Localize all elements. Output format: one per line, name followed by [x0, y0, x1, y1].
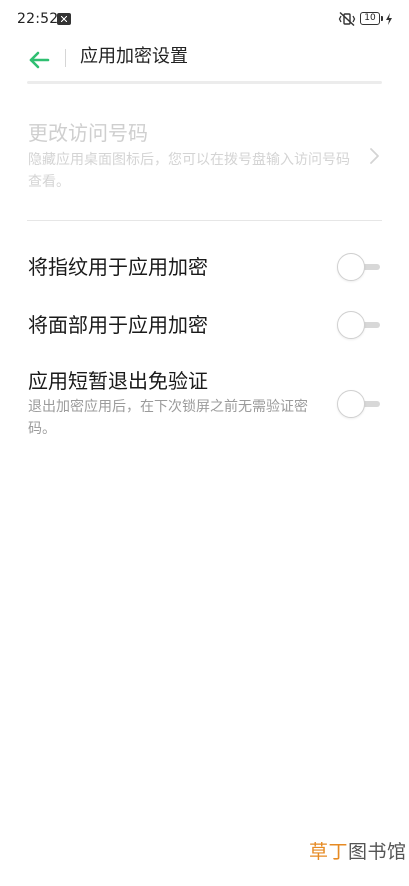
face-encryption-row[interactable]: 将面部用于应用加密 — [0, 306, 409, 346]
toggle-label: 将面部用于应用加密 — [28, 313, 208, 337]
arrow-left-icon — [29, 51, 50, 69]
battery-indicator: 10 — [360, 12, 383, 25]
watermark-accent-text: 草丁 — [309, 841, 349, 863]
toggle-label: 将指纹用于应用加密 — [28, 255, 208, 279]
fingerprint-toggle[interactable] — [337, 253, 383, 281]
header-divider — [65, 49, 66, 67]
header-separator — [27, 81, 382, 84]
toggle-knob — [337, 390, 365, 418]
status-bar: 22:52 10 — [0, 0, 409, 40]
temporary-exit-row[interactable]: 应用短暂退出免验证 退出加密应用后，在下次锁屏之前无需验证密码。 — [0, 362, 409, 446]
vibrate-off-icon — [338, 11, 356, 27]
chevron-right-icon — [370, 148, 379, 164]
section-divider — [27, 220, 382, 221]
temporary-exit-toggle[interactable] — [337, 390, 383, 418]
access-code-title: 更改访问号码 — [28, 121, 148, 145]
change-access-code-row[interactable]: 更改访问号码 隐藏应用桌面图标后，您可以在拨号盘输入访问号码查看。 — [0, 112, 409, 202]
watermark-rest-text: 图书馆 — [348, 841, 407, 863]
toggle-label: 应用短暂退出免验证 — [28, 369, 208, 393]
access-code-description: 隐藏应用桌面图标后，您可以在拨号盘输入访问号码查看。 — [28, 152, 350, 190]
status-time: 22:52 — [17, 11, 59, 27]
toggle-knob — [337, 253, 365, 281]
lightning-icon — [386, 13, 392, 25]
watermark: 草丁图书馆 — [309, 840, 407, 864]
app-header: 应用加密设置 — [0, 40, 409, 84]
face-toggle[interactable] — [337, 311, 383, 339]
toggle-description: 退出加密应用后，在下次锁屏之前无需验证密码。 — [28, 399, 308, 437]
fingerprint-encryption-row[interactable]: 将指纹用于应用加密 — [0, 248, 409, 288]
toggle-knob — [337, 311, 365, 339]
close-box-icon — [57, 13, 71, 25]
page-title: 应用加密设置 — [80, 46, 188, 67]
back-button[interactable] — [22, 44, 56, 78]
